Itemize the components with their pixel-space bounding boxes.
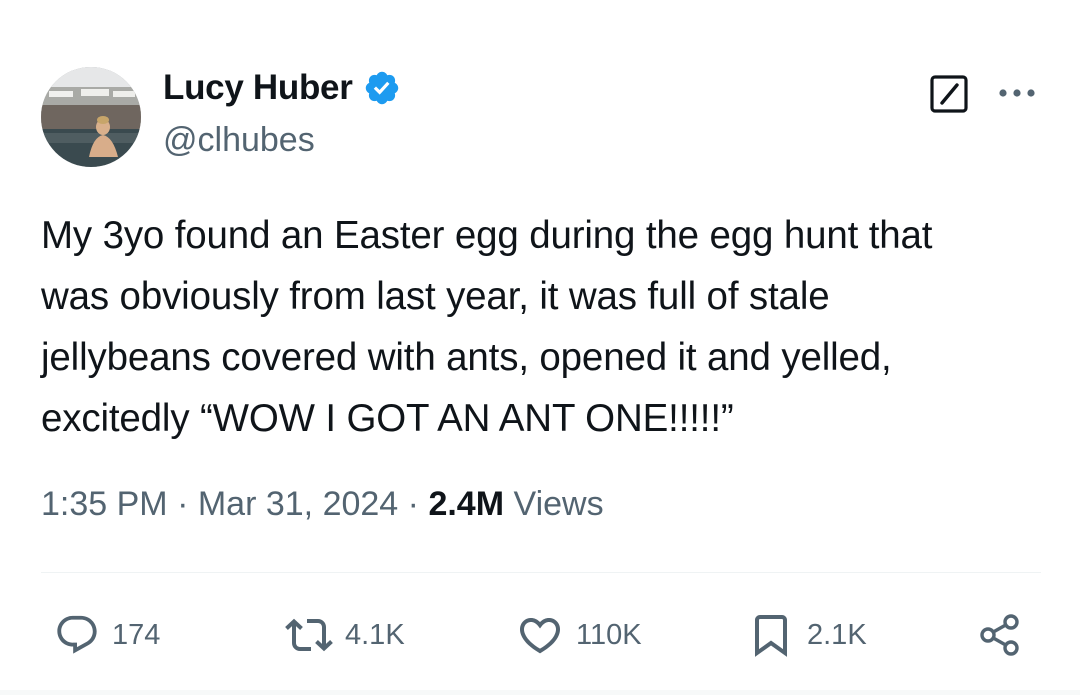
verified-badge-icon[interactable] [363,69,401,107]
views-count: 2.4M [428,485,505,523]
bottom-border [0,690,1080,695]
tweet-date[interactable]: Mar 31, 2024 [198,485,398,523]
bookmark-count: 2.1K [807,618,867,651]
grok-icon[interactable] [929,74,969,114]
like-count: 110K [576,618,642,651]
tweet-card: Lucy Huber @clhubes My 3yo found an East… [0,0,1080,695]
reply-button[interactable]: 174 [54,605,160,665]
share-button[interactable] [977,605,1025,665]
avatar[interactable] [41,67,141,167]
author-name-row[interactable]: Lucy Huber [163,68,401,108]
author-handle[interactable]: @clhubes [163,121,315,160]
action-bar: 174 4.1K 110K 2.1K [0,605,1080,665]
bookmark-button[interactable]: 2.1K [747,605,867,665]
author-display-name[interactable]: Lucy Huber [163,68,353,108]
like-icon [516,611,564,659]
like-button[interactable]: 110K [516,605,642,665]
repost-button[interactable]: 4.1K [285,605,405,665]
views-label: Views [513,485,604,523]
tweet-time[interactable]: 1:35 PM [41,485,168,523]
more-options-icon[interactable] [996,78,1038,108]
meta-separator: · [407,485,419,523]
reply-count: 174 [112,618,161,651]
tweet-text: My 3yo found an Easter egg during the eg… [41,214,933,440]
profile-photo-icon [41,67,141,167]
repost-icon [285,611,333,659]
share-icon [977,611,1025,659]
divider [41,572,1041,573]
meta-separator: · [177,485,189,523]
bookmark-icon [747,611,795,659]
repost-count: 4.1K [345,618,405,651]
reply-icon [54,612,100,658]
tweet-meta: 1:35 PM · Mar 31, 2024 · 2.4M Views [41,485,604,524]
